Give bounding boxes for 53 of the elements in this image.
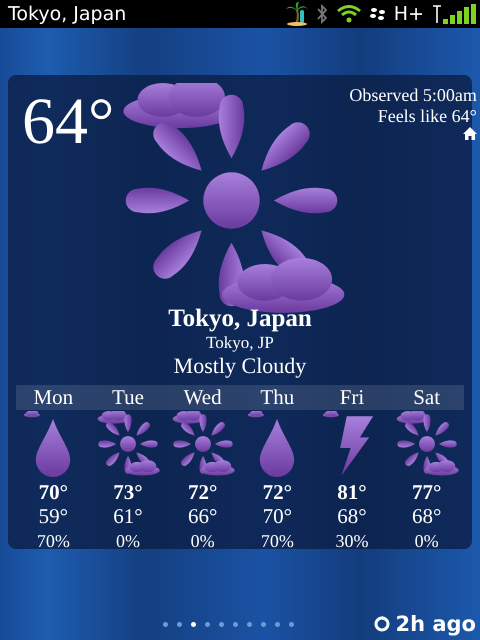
low-temperature: 70°: [262, 504, 292, 528]
day-label: Mon: [16, 385, 91, 410]
low-temperature: 61°: [113, 504, 143, 528]
network-type: H+: [394, 3, 424, 25]
high-temperature: 77°: [412, 480, 442, 504]
sun-cloud-icon: [170, 411, 236, 477]
page-dot[interactable]: [177, 622, 182, 626]
dots-logo-icon: [370, 6, 386, 22]
high-temperature: 70°: [38, 480, 68, 504]
day-label: Sat: [389, 385, 464, 410]
status-title: Tokyo, Japan: [8, 3, 126, 25]
condition-text: Mostly Cloudy: [174, 353, 306, 379]
page-dot[interactable]: [233, 622, 238, 626]
page-dot[interactable]: [261, 622, 266, 626]
location-name: Tokyo, Japan: [168, 305, 312, 333]
low-temperature: 66°: [188, 504, 218, 528]
high-temperature: 81°: [337, 480, 367, 504]
page-dot[interactable]: [247, 622, 252, 626]
page-dot[interactable]: [275, 622, 280, 626]
signal-icon: [432, 3, 476, 25]
low-temperature: 68°: [337, 504, 367, 528]
day-label: Thu: [240, 385, 315, 410]
page-dot[interactable]: [163, 622, 168, 626]
high-temperature: 73°: [113, 480, 143, 504]
precipitation-chance: 70%: [36, 530, 70, 553]
updated-time: 2h ago: [395, 612, 476, 636]
refresh-icon: [373, 615, 392, 633]
home-icon: [462, 127, 477, 140]
high-temperature: 72°: [262, 480, 292, 504]
sun-cloud-icon: [94, 411, 161, 477]
precipitation-chance: 0%: [116, 530, 140, 553]
precipitation-chance: 30%: [335, 530, 368, 553]
observed-time: Observed 5:00am: [349, 85, 477, 106]
low-temperature: 68°: [412, 504, 442, 528]
page-dot[interactable]: [219, 622, 224, 626]
sun-cloud-icon: [394, 411, 460, 477]
current-temperature: 64°: [21, 87, 114, 157]
day-label: Wed: [165, 385, 240, 410]
low-temperature: 59°: [38, 504, 68, 528]
location-code: Tokyo, JP: [206, 333, 274, 353]
page-dot[interactable]: [191, 622, 196, 626]
wifi-icon: [336, 4, 362, 24]
precipitation-chance: 0%: [414, 530, 439, 553]
page-dot[interactable]: [289, 622, 294, 626]
precipitation-chance: 70%: [260, 530, 294, 553]
high-temperature: 72°: [188, 480, 218, 504]
palm-tree-icon: [286, 2, 308, 26]
bluetooth-icon: [316, 4, 328, 24]
day-label: Tue: [90, 385, 166, 410]
day-label: Fri: [314, 385, 390, 410]
page-dot[interactable]: [205, 622, 210, 626]
precipitation-chance: 0%: [190, 530, 215, 553]
feels-like: Feels like 64°: [378, 106, 477, 127]
